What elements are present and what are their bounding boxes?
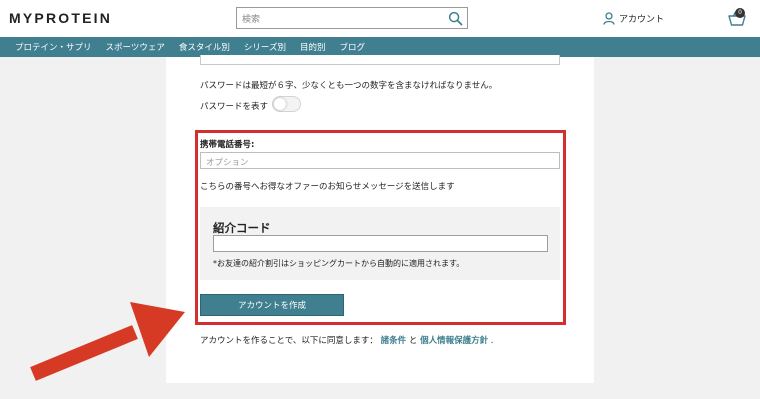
cart-count-badge: 0	[735, 8, 745, 18]
phone-input[interactable]: オプション	[200, 152, 560, 169]
main-nav: プロテイン・サプリ スポーツウェア 食スタイル別 シリーズ別 目的別 ブログ	[0, 37, 760, 57]
search-input[interactable]: 検索	[242, 12, 260, 25]
referral-note: *お友達の紹介割引はショッピングカートから自動的に適用されます。	[213, 259, 465, 268]
phone-label: 携帯電話番号:	[200, 140, 255, 150]
terms-suffix: .	[490, 336, 494, 346]
account-label: アカウント	[619, 14, 665, 25]
referral-code-input[interactable]	[213, 235, 548, 252]
site-header: MYPROTEIN 検索 アカウント 0	[0, 0, 760, 37]
terms-text: アカウントを作ることで、以下に同意します： 諸条件 と 個人情報保護方針 .	[200, 334, 493, 346]
phone-placeholder: オプション	[206, 158, 249, 168]
nav-item-blog[interactable]: ブログ	[339, 41, 365, 53]
terms-and: と	[408, 336, 418, 346]
toggle-knob	[274, 98, 286, 110]
show-password-label: パスワードを表す	[200, 102, 269, 112]
terms-link[interactable]: 諸条件	[381, 336, 407, 346]
privacy-link[interactable]: 個人情報保護方針	[420, 336, 488, 346]
nav-item-purpose[interactable]: 目的別	[300, 41, 326, 53]
account-link[interactable]: アカウント	[603, 11, 664, 25]
myprotein-logo[interactable]: MYPROTEIN	[9, 10, 112, 26]
create-account-button[interactable]: アカウントを作成	[200, 294, 344, 316]
terms-prefix: アカウントを作ることで、以下に同意します：	[200, 336, 378, 346]
nav-item-diet-style[interactable]: 食スタイル別	[179, 41, 230, 53]
user-icon	[603, 11, 615, 25]
search-bar[interactable]: 検索	[236, 7, 468, 29]
password-field[interactable]	[200, 55, 560, 65]
phone-note: こちらの番号へお得なオファーのお知らせメッセージを送信します	[200, 182, 455, 192]
referral-title: 紹介コード	[213, 221, 271, 235]
cart-button[interactable]: 0	[727, 8, 747, 28]
nav-item-sportswear[interactable]: スポーツウェア	[106, 41, 165, 53]
nav-item-series[interactable]: シリーズ別	[244, 41, 286, 53]
nav-item-protein[interactable]: プロテイン・サプリ	[15, 41, 92, 53]
password-hint: パスワードは最短が６字、少なくとも一つの数字を含まなければなりません。	[200, 81, 498, 91]
show-password-toggle[interactable]	[272, 96, 301, 112]
search-icon[interactable]	[448, 11, 463, 26]
referral-section: 紹介コード *お友達の紹介割引はショッピングカートから自動的に適用されます。	[200, 207, 560, 280]
